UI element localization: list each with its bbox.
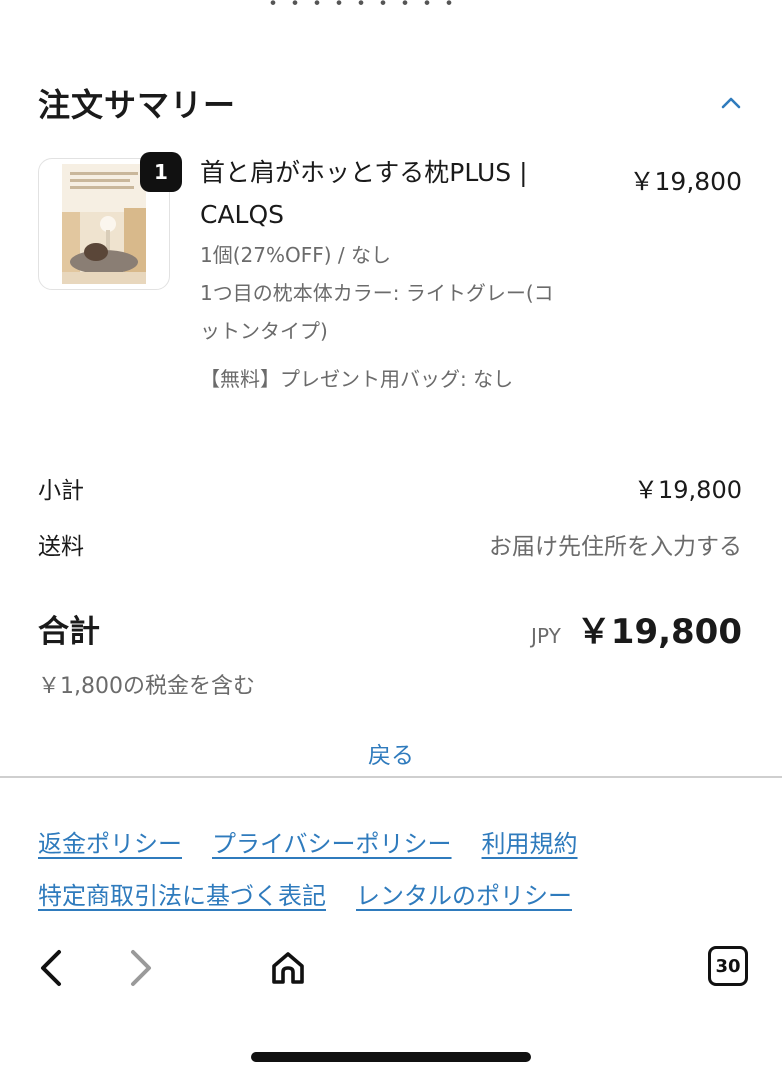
shipping-row: 送料 お届け先住所を入力する <box>38 527 742 561</box>
quantity-badge: 1 <box>140 152 182 192</box>
tax-note: ￥1,800の税金を含む <box>38 674 255 699</box>
color-option-line1: 1つ目の枕本体カラー: ライトグレー(コ <box>200 281 554 305</box>
quantity-discount: 1個(27%OFF) / なし <box>200 243 391 267</box>
divider <box>0 776 782 778</box>
total-label: 合計 <box>38 614 100 650</box>
product-name-line2: CALQS <box>200 200 285 229</box>
tabs-count-icon[interactable]: 30 <box>708 946 748 986</box>
total-row: 合計 JPY ￥19,800 <box>38 604 742 653</box>
color-option-line2: ットンタイプ) <box>200 319 328 343</box>
home-indicator <box>251 1052 531 1062</box>
policy-links-row-2: 特定商取引法に基づく表記 レンタルのポリシー <box>38 876 572 911</box>
shipping-value: お届け先住所を入力する <box>489 534 742 560</box>
policy-links-row-1: 返金ポリシー プライバシーポリシー 利用規約 <box>38 824 578 859</box>
product-image <box>62 164 146 284</box>
item-price: ￥19,800 <box>629 167 742 196</box>
privacy-policy-link[interactable]: プライバシーポリシー <box>212 824 452 859</box>
forward-arrow-icon[interactable] <box>112 940 168 996</box>
subtotal-value: ￥19,800 <box>634 476 742 504</box>
cut-off-header-text: ・・・・・・・・・ <box>262 0 502 6</box>
product-name-line1: 首と肩がホッとする枕PLUS | <box>200 158 528 187</box>
product-thumbnail-wrap: 1 <box>38 152 182 290</box>
order-summary-header[interactable]: 注文サマリー <box>38 80 744 126</box>
refund-policy-link[interactable]: 返金ポリシー <box>38 824 182 859</box>
rental-policy-link[interactable]: レンタルのポリシー <box>356 876 572 911</box>
shipping-label: 送料 <box>38 534 84 560</box>
home-icon[interactable] <box>260 940 316 996</box>
currency-code: JPY <box>531 624 561 648</box>
total-value: ￥19,800 <box>576 612 742 652</box>
back-link[interactable]: 戻る <box>0 736 782 770</box>
commerce-law-link[interactable]: 特定商取引法に基づく表記 <box>38 876 326 911</box>
total-amount-group: JPY ￥19,800 <box>531 604 742 653</box>
subtotal-label: 小計 <box>38 477 84 504</box>
order-summary-title: 注文サマリー <box>38 86 237 124</box>
subtotal-row: 小計 ￥19,800 <box>38 470 742 505</box>
terms-link[interactable]: 利用規約 <box>482 824 578 859</box>
item-details: 首と肩がホッとする枕PLUS | CALQS 1個(27%OFF) / なし 1… <box>200 152 600 398</box>
gift-bag-option: 【無料】プレゼント用バッグ: なし <box>200 367 514 391</box>
browser-toolbar: 30 <box>0 940 782 996</box>
back-arrow-icon[interactable] <box>24 940 80 996</box>
chevron-up-icon[interactable] <box>718 90 744 116</box>
